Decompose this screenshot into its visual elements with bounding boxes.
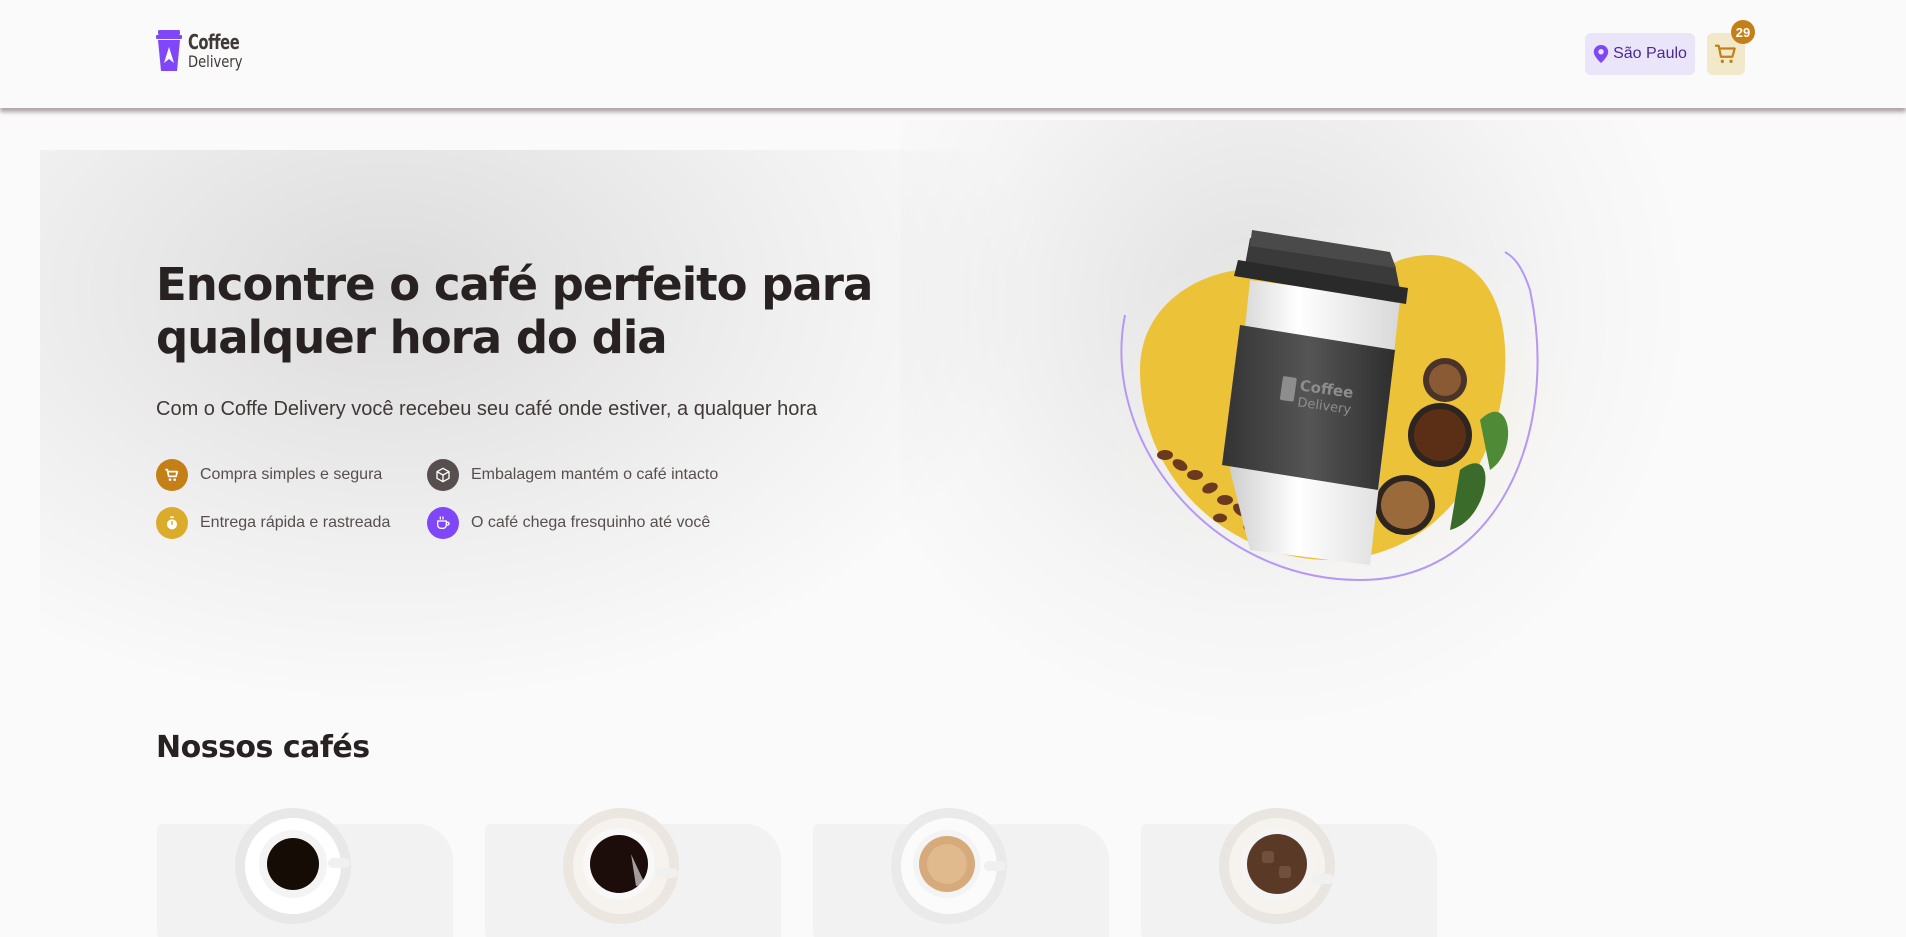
feature-packaging: Embalagem mantém o café intacto <box>427 459 718 491</box>
logo-title: Coffee <box>188 30 240 54</box>
coffee-to-go-cup-image: Coffee Delivery <box>1100 220 1595 600</box>
cart-icon <box>156 459 188 491</box>
catalog-title: Nossos cafés <box>156 730 370 765</box>
feature-secure-purchase: Compra simples e segura <box>156 459 382 491</box>
logo[interactable]: Coffee Delivery <box>156 30 254 72</box>
package-icon <box>427 459 459 491</box>
iced-espresso-cup-image <box>1219 808 1335 924</box>
map-pin-icon <box>1593 45 1609 63</box>
coffee-icon <box>427 507 459 539</box>
feature-label: O café chega fresquinho até você <box>471 514 711 531</box>
feature-fresh-coffee: O café chega fresquinho até você <box>427 507 710 539</box>
location-label: São Paulo <box>1613 45 1687 62</box>
logo-subtitle: Delivery <box>188 52 243 71</box>
shopping-cart-icon <box>1715 44 1736 63</box>
espresso-cup-image <box>235 808 351 924</box>
feature-label: Compra simples e segura <box>200 466 383 483</box>
feature-fast-delivery: Entrega rápida e rastreada <box>156 507 390 539</box>
site-header: Coffee Delivery São Paulo 29 <box>0 0 1906 108</box>
hero-subtitle: Com o Coffe Delivery você recebeu seu ca… <box>156 398 818 420</box>
hero-title: Encontre o café perfeito para qualquer h… <box>156 258 873 364</box>
creamy-espresso-cup-image <box>891 808 1007 924</box>
feature-label: Embalagem mantém o café intacto <box>471 466 719 483</box>
timer-icon <box>156 507 188 539</box>
hero-background <box>40 150 1040 710</box>
americano-cup-image <box>563 808 679 924</box>
location-button[interactable]: São Paulo <box>1585 33 1695 75</box>
feature-label: Entrega rápida e rastreada <box>200 514 391 531</box>
coffee-cup-logo-icon <box>156 30 182 71</box>
cart-count-badge: 29 <box>1731 20 1755 44</box>
